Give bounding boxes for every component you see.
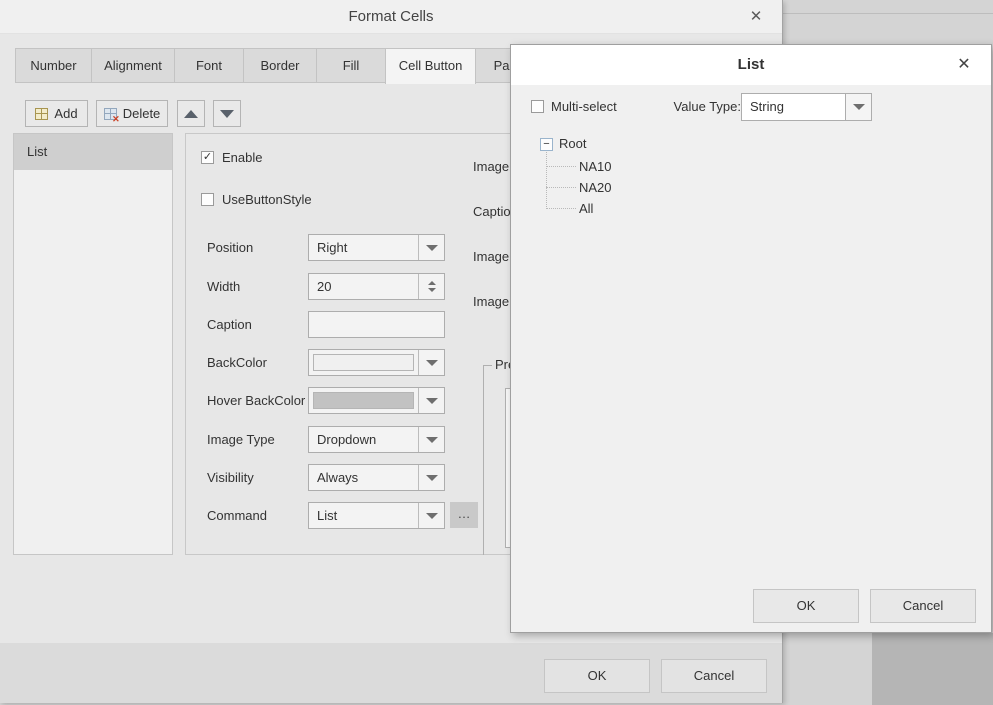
multi-select-checkbox[interactable] [531,100,544,113]
spinner-buttons[interactable] [418,274,444,299]
enable-checkbox[interactable]: ✓ [201,151,214,164]
hover-backcolor-combobox[interactable] [308,387,445,414]
position-value: Right [309,235,418,260]
dropdown-arrow-icon[interactable] [418,388,444,413]
list-item[interactable]: List [14,134,172,170]
tab-number[interactable]: Number [15,48,92,83]
backcolor-combobox[interactable] [308,349,445,376]
dropdown-arrow-icon[interactable] [418,235,444,260]
up-arrow-icon [184,110,198,118]
move-up-button[interactable] [177,100,205,127]
format-cells-footer: OK Cancel [0,643,782,703]
spin-up-icon [428,281,436,285]
add-button-label: Add [54,106,77,121]
format-cells-close-icon[interactable]: ✕ [746,8,766,26]
button-list-panel: List [13,133,173,555]
visibility-label: Visibility [207,464,254,491]
dropdown-arrow-icon[interactable] [418,350,444,375]
spin-down-icon [428,288,436,292]
multi-select-label: Multi-select [551,97,617,117]
background-dark-panel [872,633,993,705]
use-button-style-checkbox[interactable] [201,193,214,206]
list-ok-button[interactable]: OK [753,589,859,623]
tree-connector-stub [546,208,576,209]
delete-grid-icon: ✕ [104,108,117,120]
tab-border[interactable]: Border [243,48,317,83]
hover-backcolor-swatch [313,392,414,409]
value-type-combobox[interactable]: String [741,93,872,121]
hover-backcolor-label: Hover BackColor [207,387,305,414]
image-type-label: Image Type [207,426,275,453]
backcolor-swatch [313,354,414,371]
delete-button[interactable]: ✕ Delete [96,100,168,127]
list-dialog-close-icon[interactable]: ✕ [954,56,974,74]
position-label: Position [207,234,253,261]
delete-button-label: Delete [123,106,161,121]
image-type-combobox[interactable]: Dropdown [308,426,445,453]
tab-alignment[interactable]: Alignment [91,48,175,83]
dropdown-arrow-icon[interactable] [418,465,444,490]
dropdown-arrow-icon[interactable] [845,94,871,120]
enable-label: Enable [222,150,262,165]
position-combobox[interactable]: Right [308,234,445,261]
list-dialog: List ✕ Multi-select Value Type: String −… [510,44,992,633]
command-label: Command [207,502,267,529]
format-cells-titlebar[interactable]: Format Cells [0,0,782,34]
caption-label: Caption [207,311,252,338]
tree-collapse-icon[interactable]: − [540,138,553,151]
value-type-value: String [742,94,845,120]
cancel-button[interactable]: Cancel [661,659,767,693]
visibility-combobox[interactable]: Always [308,464,445,491]
tab-fill[interactable]: Fill [316,48,386,83]
list-dialog-title: List [511,45,991,85]
ok-button[interactable]: OK [544,659,650,693]
backcolor-label: BackColor [207,349,267,376]
list-dialog-titlebar[interactable]: List [511,45,991,85]
tree-node-na20[interactable]: NA20 [579,177,612,198]
caption-input[interactable] [308,311,445,338]
add-grid-icon [35,108,48,120]
screen: Format Cells ✕ Number Alignment Font Bor… [0,0,993,705]
list-cancel-button[interactable]: Cancel [870,589,976,623]
width-spinner[interactable]: 20 [308,273,445,300]
image-type-value: Dropdown [309,427,418,452]
dropdown-arrow-icon[interactable] [418,503,444,528]
add-button[interactable]: Add [25,100,88,127]
tree-connector-stub [546,187,576,188]
command-value: List [309,503,418,528]
command-ellipsis-button[interactable]: … [450,502,478,528]
background-divider-line [783,13,993,14]
tree-node-all[interactable]: All [579,198,593,219]
tree-node-root[interactable]: Root [559,134,586,154]
move-down-button[interactable] [213,100,241,127]
dropdown-arrow-icon[interactable] [418,427,444,452]
check-icon: ✓ [203,151,212,163]
visibility-value: Always [309,465,418,490]
tree-node-na10[interactable]: NA10 [579,156,612,177]
width-label: Width [207,273,240,300]
use-button-style-label: UseButtonStyle [222,192,312,207]
width-value: 20 [309,274,418,299]
tree-connector-line [546,152,547,209]
tab-font[interactable]: Font [174,48,244,83]
value-type-label: Value Type: [666,97,741,117]
tree-connector-stub [546,166,576,167]
down-arrow-icon [220,110,234,118]
command-combobox[interactable]: List [308,502,445,529]
format-cells-title: Format Cells [0,0,782,34]
tab-cell-button[interactable]: Cell Button [385,48,476,84]
